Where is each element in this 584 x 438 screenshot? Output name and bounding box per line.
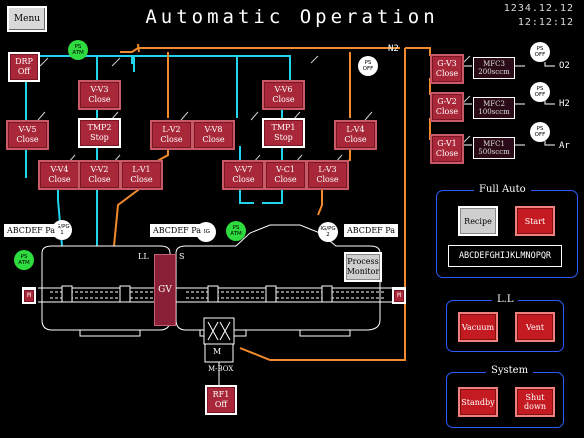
valve-g-v3[interactable]: G-V3 Close <box>430 54 464 84</box>
m-box-mark: M <box>213 347 222 356</box>
time-display: 12:12:12 <box>517 17 574 28</box>
valve-g-v1[interactable]: G-V1 Close <box>430 134 464 164</box>
motor-left: M <box>22 287 36 304</box>
full-auto-title: Full Auto <box>474 184 531 195</box>
valve-v-v5[interactable]: V-V5 Close <box>6 120 49 150</box>
gas-label-h2: H2 <box>559 99 570 109</box>
s-chamber-label: S <box>179 252 185 261</box>
valve-v-v6[interactable]: V-V6 Close <box>262 80 305 110</box>
pressure-readout-s-right: ABCDEF Pa <box>344 224 399 237</box>
valve-l-v4[interactable]: L-V4 Close <box>334 120 377 150</box>
standby-button[interactable]: Standby <box>458 387 498 417</box>
gas-label-ar: Ar <box>559 141 570 151</box>
ps-gauge-icon: PS ATM <box>226 221 246 241</box>
ps-gauge-icon: PS OFF <box>530 42 550 62</box>
valve-l-v3[interactable]: L-V3 Close <box>306 160 349 190</box>
system-panel-title: System <box>486 365 534 376</box>
mfc2-display[interactable]: MFC2 100sccm <box>473 97 515 119</box>
gas-label-o2: O2 <box>559 61 570 71</box>
ps-gauge-icon: PS ATM <box>68 40 88 60</box>
ps-gauge-icon: PS OFF <box>530 122 550 142</box>
recipe-name-field[interactable]: ABCDEFGHIJKLMNOPQR <box>448 245 562 267</box>
vent-button[interactable]: Vent <box>515 312 555 342</box>
m-box-label: M-BOX <box>208 365 234 373</box>
mfc1-display[interactable]: MFC1 500sccm <box>473 137 515 159</box>
pressure-readout-ll: ABCDEF Pa <box>4 224 59 237</box>
recipe-button[interactable]: Recipe <box>458 206 498 236</box>
mfc3-display[interactable]: MFC3 200sccm <box>473 57 515 79</box>
page-title: Automatic Operation <box>145 6 439 28</box>
valve-v-v2[interactable]: V-V2 Close <box>78 160 121 190</box>
ps-gauge-icon: PS ATM <box>14 250 34 270</box>
tmp2-button[interactable]: TMP2 Stop <box>78 118 121 148</box>
valve-l-v1[interactable]: L-V1 Close <box>120 160 163 190</box>
motor-right: M <box>392 287 406 304</box>
valve-v-v7[interactable]: V-V7 Close <box>222 160 265 190</box>
gas-label-n2: N2 <box>388 44 399 54</box>
ig-pg-gauge-icon: IG/PG 2 <box>318 222 338 242</box>
ll-chamber-label: LL <box>138 252 149 261</box>
shutdown-button[interactable]: Shut down <box>515 387 555 417</box>
ll-panel-title: L.L <box>492 294 519 305</box>
date-display: 1234.12.12 <box>503 3 574 14</box>
valve-v-v4[interactable]: V-V4 Close <box>38 160 81 190</box>
valve-v-c1[interactable]: V-C1 Close <box>264 160 307 190</box>
pressure-readout-s-left: ABCDEF Pa <box>150 224 205 237</box>
process-monitor-button[interactable]: Process Monitor <box>344 252 382 282</box>
valve-v-v8[interactable]: V-V8 Close <box>192 120 235 150</box>
start-button[interactable]: Start <box>515 206 555 236</box>
ps-gauge-icon: PS OFF <box>530 82 550 102</box>
tmp1-button[interactable]: TMP1 Stop <box>262 118 305 148</box>
drp-button[interactable]: DRP Off <box>8 52 40 82</box>
valve-v-v3[interactable]: V-V3 Close <box>78 80 121 110</box>
gate-valve-gv[interactable]: GV <box>154 254 176 326</box>
vacuum-button[interactable]: Vacuum <box>458 312 498 342</box>
valve-g-v2[interactable]: G-V2 Close <box>430 92 464 122</box>
rf1-button[interactable]: RF1 Off <box>205 385 237 415</box>
valve-l-v2[interactable]: L-V2 Close <box>150 120 193 150</box>
ps-gauge-icon: PS OFF <box>358 56 378 76</box>
